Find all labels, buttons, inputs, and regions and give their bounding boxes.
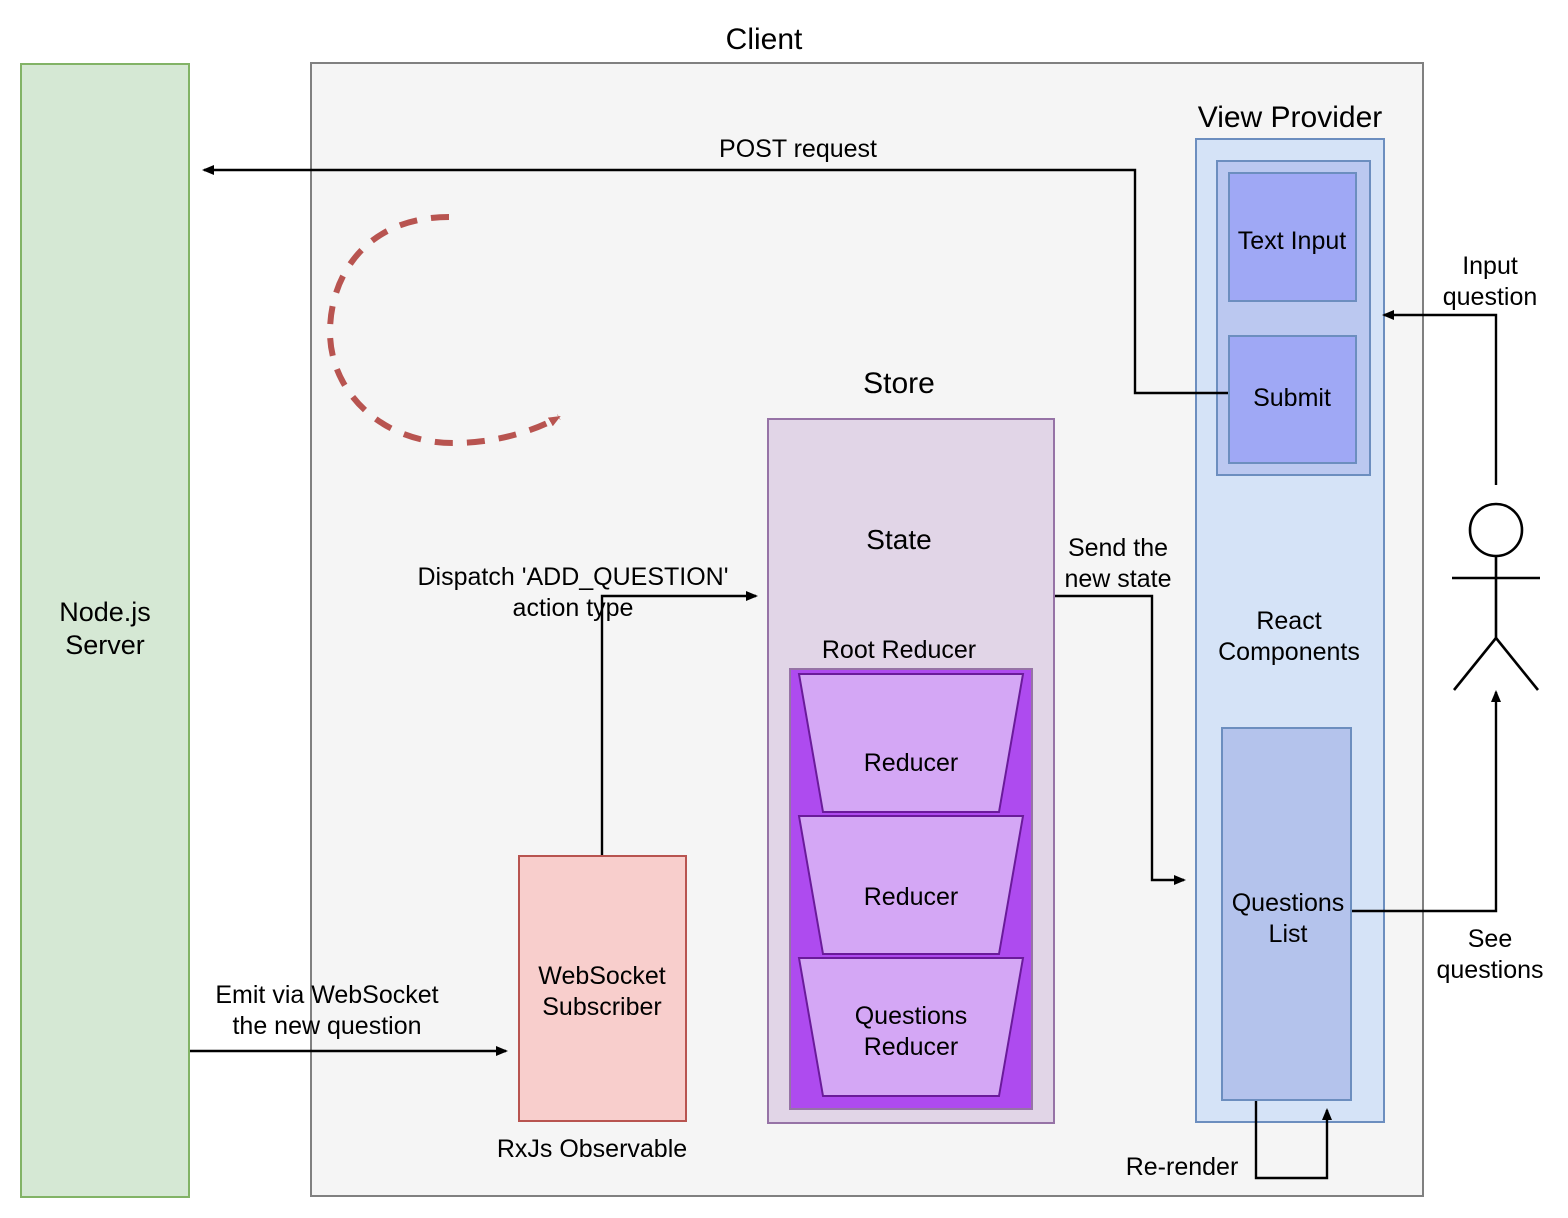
diagram-canvas: Client Node.js Server WebSocket Subscrib… xyxy=(0,0,1568,1218)
reducer-1-label: Reducer xyxy=(863,749,959,777)
submit-button-box[interactable] xyxy=(1228,335,1357,464)
input-question-label: Input question xyxy=(1442,252,1538,311)
websocket-subscriber-box xyxy=(518,855,687,1122)
text-input-box[interactable] xyxy=(1228,172,1357,302)
questions-reducer-label: Questions Reducer xyxy=(854,1002,968,1061)
user-right-leg xyxy=(1494,637,1540,691)
client-title: Client xyxy=(725,23,803,56)
node-server-box xyxy=(20,63,190,1198)
reducer-1-shape xyxy=(797,673,1025,813)
questions-list-box[interactable] xyxy=(1221,727,1352,1101)
reducer-2-label: Reducer xyxy=(863,883,959,911)
see-questions-label: See questions xyxy=(1436,925,1544,984)
user-left-leg xyxy=(1452,637,1498,691)
user-head-icon xyxy=(1468,502,1524,558)
user-actor-icon xyxy=(1452,502,1540,691)
